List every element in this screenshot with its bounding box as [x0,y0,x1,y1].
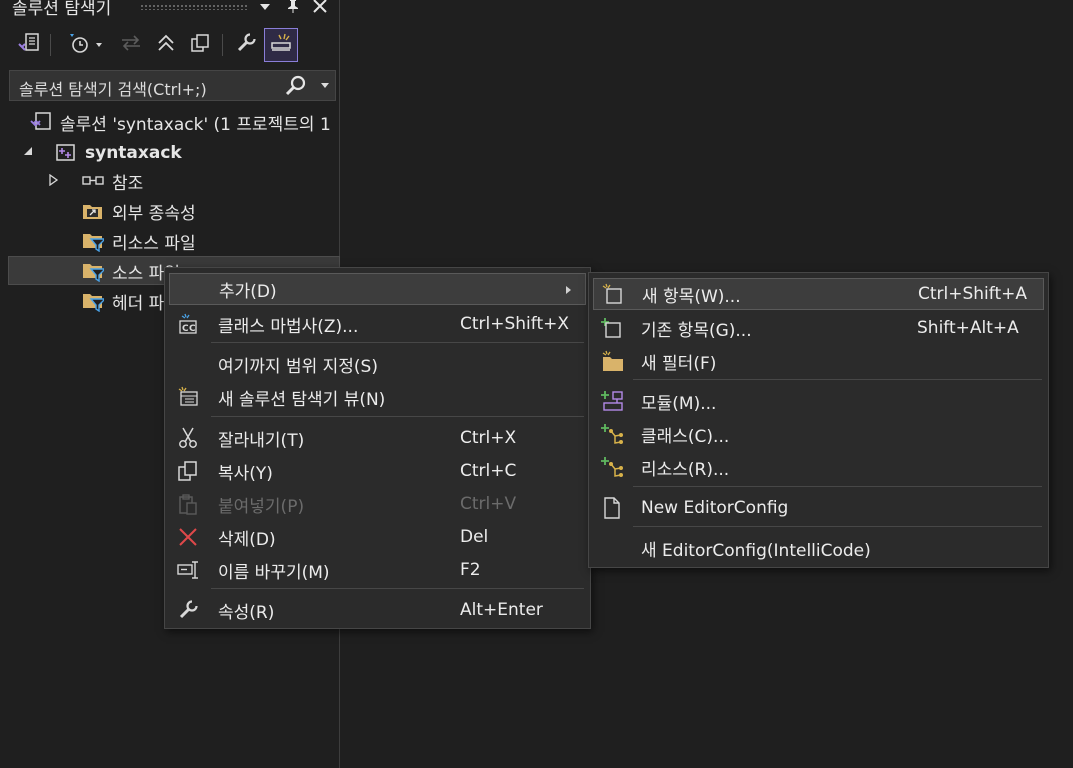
menu-item-cut[interactable]: 잘라내기(T) Ctrl+X [169,422,586,454]
history-icon [64,32,104,58]
solution-label: 솔루션 'syntaxack' (1 프로젝트의 1 [60,114,331,135]
submenu-item-new-filter[interactable]: 새 필터(F) [593,345,1044,377]
pin-icon[interactable] [285,0,301,14]
solution-icon [30,111,52,133]
sync-with-document-button[interactable] [116,30,146,60]
document-icon [601,497,623,519]
submenu-arrow-icon [566,286,571,294]
preview-selected-items-button[interactable] [264,28,298,62]
external-deps-icon [82,200,104,222]
svg-text:C: C [189,324,196,334]
new-view-icon [177,386,199,408]
switch-views-button[interactable] [14,30,44,60]
rename-icon [177,559,199,581]
submenu-item-editorconfig-intellicode[interactable]: 새 EditorConfig(IntelliCode) [593,532,1044,564]
collapse-all-icon [157,34,175,56]
filter-folder-icon [82,290,104,312]
submenu-item-new-editorconfig[interactable]: New EditorConfig [593,492,1044,524]
menu-item-new-explorer-view[interactable]: 새 솔루션 탐색기 뷰(N) [169,381,586,413]
menu-item-class-wizard[interactable]: CC 클래스 마법사(Z)... Ctrl+Shift+X [169,308,586,340]
paste-icon [177,493,199,515]
menu-item-scope-to-this[interactable]: 여기까지 범위 지정(S) [169,348,586,380]
delete-x-icon [177,526,199,548]
context-menu: 추가(D) CC 클래스 마법사(Z)... Ctrl+Shift+X 여기까지… [164,267,591,629]
submenu-item-resource[interactable]: 리소스(R)... [593,451,1044,483]
add-resource-icon [601,456,623,478]
panel-title: 솔루션 탐색기 [12,0,112,16]
search-placeholder: 솔루션 탐색기 검색(Ctrl+;) [19,80,207,99]
window-position-dropdown-icon[interactable] [258,1,272,13]
submenu-item-module[interactable]: 모듈(M)... [593,385,1044,417]
filter-folder-icon [82,230,104,252]
menu-item-copy[interactable]: 복사(Y) Ctrl+C [169,455,586,487]
references-label: 참조 [112,173,144,194]
tree-item-project[interactable]: syntaxack [55,139,182,167]
properties-button[interactable] [231,30,261,60]
pending-changes-filter-button[interactable] [62,30,106,60]
wrench-icon [177,599,199,621]
panel-toolbar [0,24,339,68]
submenu-item-existing-item[interactable]: 기존 항목(G)... Shift+Alt+A [593,312,1044,344]
panel-titlebar: 솔루션 탐색기 [0,0,339,16]
menu-item-properties[interactable]: 속성(R) Alt+Enter [169,594,586,626]
scissors-icon [177,427,199,449]
copy-pages-icon [190,33,210,57]
sync-arrows-icon [120,35,142,55]
cpp-project-icon [55,142,77,164]
tree-item-resource-files[interactable]: 리소스 파일 [82,227,196,255]
submenu-item-class[interactable]: 클래스(C)... [593,418,1044,450]
module-icon [601,390,623,412]
filter-folder-icon [82,260,104,282]
collapse-all-button[interactable] [151,30,181,60]
submenu-item-new-item[interactable]: 새 항목(W)... Ctrl+Shift+A [593,278,1044,310]
external-deps-label: 외부 종속성 [112,203,196,224]
menu-item-rename[interactable]: 이름 바꾸기(M) F2 [169,554,586,586]
new-filter-folder-icon [601,350,623,372]
class-wizard-icon: CC [177,313,199,335]
menu-item-delete[interactable]: 삭제(D) Del [169,521,586,553]
search-options-dropdown-icon[interactable] [321,83,329,88]
reference-icon [82,170,104,192]
search-box[interactable]: 솔루션 탐색기 검색(Ctrl+;) [9,70,336,101]
tree-item-external-deps[interactable]: 외부 종속성 [82,197,196,225]
solution-views-icon [17,32,41,58]
menu-item-paste[interactable]: 붙여넣기(P) Ctrl+V [169,488,586,520]
project-collapse-icon[interactable] [22,145,34,157]
show-all-files-button[interactable] [185,30,215,60]
drag-grip[interactable] [140,4,248,10]
tree-item-solution[interactable]: 솔루션 'syntaxack' (1 프로젝트의 1 [30,108,331,136]
menu-item-add[interactable]: 추가(D) [169,273,586,305]
search-icon[interactable] [285,75,307,97]
references-expand-icon[interactable] [48,174,60,186]
close-icon[interactable] [311,0,329,15]
add-submenu: 새 항목(W)... Ctrl+Shift+A 기존 항목(G)... Shif… [588,272,1049,568]
tree-item-references[interactable]: 참조 [82,167,143,195]
project-label: syntaxack [85,143,182,163]
add-class-icon [601,423,623,445]
svg-text:C: C [182,324,189,334]
new-item-icon [602,283,624,305]
copy-icon [177,460,199,482]
existing-item-icon [601,317,623,339]
preview-icon [269,33,293,57]
resource-files-label: 리소스 파일 [112,233,196,254]
wrench-icon [236,33,256,57]
